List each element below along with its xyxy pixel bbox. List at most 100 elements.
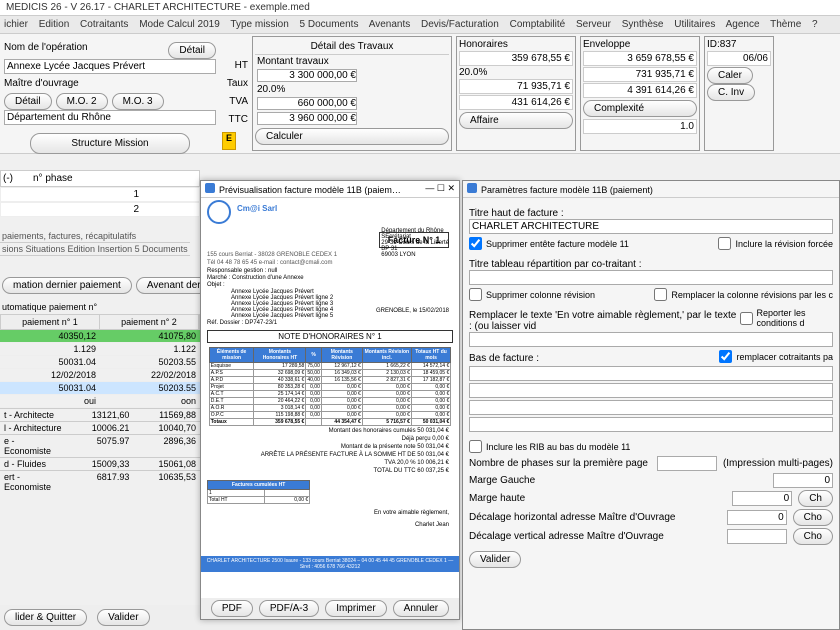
menu-typemission[interactable]: Type mission (230, 19, 288, 30)
marge-gauche-input[interactable] (773, 473, 833, 488)
cotraitant-row[interactable]: e - Economiste5075.972896,36 (0, 434, 200, 457)
bas-facture-input[interactable] (469, 366, 833, 381)
cotraitant-row[interactable]: ert - Economiste6817.9310635,53 (0, 470, 200, 493)
inclure-revision-checkbox[interactable] (718, 237, 731, 250)
titre-haut-input[interactable] (469, 219, 833, 234)
paytab-1[interactable]: paiements, factures, récapitulatifs (0, 230, 190, 243)
montant-input[interactable] (257, 69, 357, 82)
inclure-rib-checkbox[interactable] (469, 440, 482, 453)
pdf-button[interactable]: PDF (211, 600, 253, 617)
enveloppe-box: Enveloppe 3 659 678,55 € 731 935,71 € 4 … (580, 36, 700, 151)
bas-facture-input2[interactable] (469, 383, 833, 398)
menu-theme[interactable]: Thème (770, 19, 801, 30)
last-payment-button[interactable]: mation dernier paiement (2, 277, 132, 294)
report-cond-checkbox[interactable] (740, 312, 753, 325)
maximize-icon[interactable]: ☐ (437, 183, 445, 193)
cotraitant-row[interactable]: l - Architecture10006.2110040,70 (0, 421, 200, 434)
id-label: ID:837 (707, 39, 771, 50)
total-line: Montant des honoraires cumulés 50 031,04… (211, 428, 449, 434)
menu-help[interactable]: ? (812, 19, 818, 30)
calculer-button[interactable]: Calculer (255, 128, 449, 145)
decalage-h-input[interactable] (727, 510, 787, 525)
menu-fichier[interactable]: ichier (4, 19, 28, 30)
menu-edition[interactable]: Edition (39, 19, 70, 30)
bas-facture-input3[interactable] (469, 400, 833, 415)
table-row: Esquisse17 289,5875,0012 967,12 €1 665,2… (209, 363, 451, 370)
table-row: D.E.T20 464,22 €0,000,00 €0,00 €0,00 € (209, 398, 451, 405)
minimize-icon[interactable]: — (425, 183, 434, 193)
table-row: Projet80 353,28 €0,000,00 €0,00 €0,00 € (209, 384, 451, 391)
bas-facture-input4[interactable] (469, 417, 833, 432)
repl-cotraitants-checkbox[interactable] (719, 350, 732, 363)
marge-haute-input[interactable] (732, 491, 792, 506)
cho-button2[interactable]: Cho (793, 528, 833, 545)
repl-cotraitants-label: remplacer cotraitants pa (736, 352, 833, 362)
ch-button[interactable]: Ch (798, 490, 833, 507)
dlg2-valider-button[interactable]: Valider (469, 551, 521, 568)
supp-col-checkbox[interactable] (469, 288, 482, 301)
menu-compta[interactable]: Comptabilité (510, 19, 566, 30)
valider-button[interactable]: Valider (97, 609, 149, 626)
paycol-1: paiement n° 1 (1, 315, 100, 329)
pdfa3-button[interactable]: PDF/A-3 (259, 600, 319, 617)
payment-row[interactable]: 12/02/201822/02/2018 (0, 369, 200, 382)
table-header: Montants Révision incl. (362, 348, 411, 363)
cotraitant-row[interactable]: t - Architecte13121,6011569,88 (0, 408, 200, 421)
ttc-label: TTC (222, 114, 248, 132)
cho-button[interactable]: Cho (793, 509, 833, 526)
nom-op-input[interactable] (4, 59, 216, 74)
total-line: TOTAL DU TTC 60 037,25 € (211, 468, 449, 474)
honoraires-tva: 71 935,71 € (459, 79, 573, 94)
repl-col-checkbox[interactable] (654, 288, 667, 301)
titre-repart-input[interactable] (469, 270, 833, 285)
menu-modecalcul[interactable]: Mode Calcul 2019 (139, 19, 220, 30)
menu-synthese[interactable]: Synthèse (622, 19, 664, 30)
payment-row[interactable]: ouioon (0, 395, 200, 408)
phase-row[interactable]: 2 (0, 202, 200, 217)
paytab-2[interactable]: sions Situations Edition Insertion 5 Doc… (0, 243, 190, 256)
phase-row[interactable]: 1 (0, 187, 200, 202)
payment-row[interactable]: 1.1291.122 (0, 343, 200, 356)
paycol-2: paiement n° 2 (100, 315, 199, 329)
mo2-button[interactable]: M.O. 2 (56, 93, 108, 110)
cinv-button[interactable]: C. Inv (707, 84, 755, 101)
travaux-ttc[interactable] (257, 112, 357, 125)
e-badge: E (222, 132, 236, 150)
menu-utilitaires[interactable]: Utilitaires (674, 19, 715, 30)
menu-documents[interactable]: 5 Documents (300, 19, 359, 30)
decalage-v-input[interactable] (727, 529, 787, 544)
repl-text-input[interactable] (469, 332, 833, 347)
table-row: A.P.D40 338,61 €40,0016 135,56 €2 827,31… (209, 377, 451, 384)
annuler-button[interactable]: Annuler (393, 600, 449, 617)
sign-line2: Charlet Jean (211, 522, 449, 528)
menu-avenants[interactable]: Avenants (369, 19, 411, 30)
supp-entete-checkbox[interactable] (469, 237, 482, 250)
menu-devis[interactable]: Devis/Facturation (421, 19, 499, 30)
affaire-button[interactable]: Affaire (459, 112, 573, 129)
structure-mission-button[interactable]: Structure Mission (30, 133, 189, 154)
table-header: Totaux HT du mois (411, 348, 450, 363)
menu-agence[interactable]: Agence (726, 19, 760, 30)
mo-input[interactable] (4, 110, 216, 125)
payment-row[interactable]: 40350,1241075,80 (0, 330, 200, 343)
nb-phases-label: Nombre de phases sur la première page (469, 458, 651, 469)
phase-col2: n° phase (33, 173, 73, 184)
valider-quitter-button[interactable]: lider & Quitter (4, 609, 87, 626)
menu-serveur[interactable]: Serveur (576, 19, 611, 30)
imprimer-button[interactable]: Imprimer (325, 600, 386, 617)
nom-op-label: Nom de l'opération (4, 42, 88, 53)
close-icon[interactable]: ✕ (447, 183, 455, 193)
complexite-button[interactable]: Complexité (583, 100, 697, 117)
mo3-button[interactable]: M.O. 3 (112, 93, 164, 110)
payment-row[interactable]: 50031.0450203.55 (0, 382, 200, 395)
detail-button[interactable]: Détail (168, 42, 216, 59)
nb-phases-input[interactable] (657, 456, 717, 471)
caler-button[interactable]: Caler (707, 67, 753, 84)
report-cond-label: Reporter les conditions d (757, 308, 833, 328)
travaux-tva[interactable] (257, 97, 357, 110)
menu-cotraitants[interactable]: Cotraitants (80, 19, 128, 30)
mo-detail-button[interactable]: Détail (4, 93, 52, 110)
payment-row[interactable]: 50031.0450203.55 (0, 356, 200, 369)
tva-label: TVA (222, 96, 248, 114)
cotraitant-row[interactable]: d - Fluides15009,3315061,08 (0, 457, 200, 470)
